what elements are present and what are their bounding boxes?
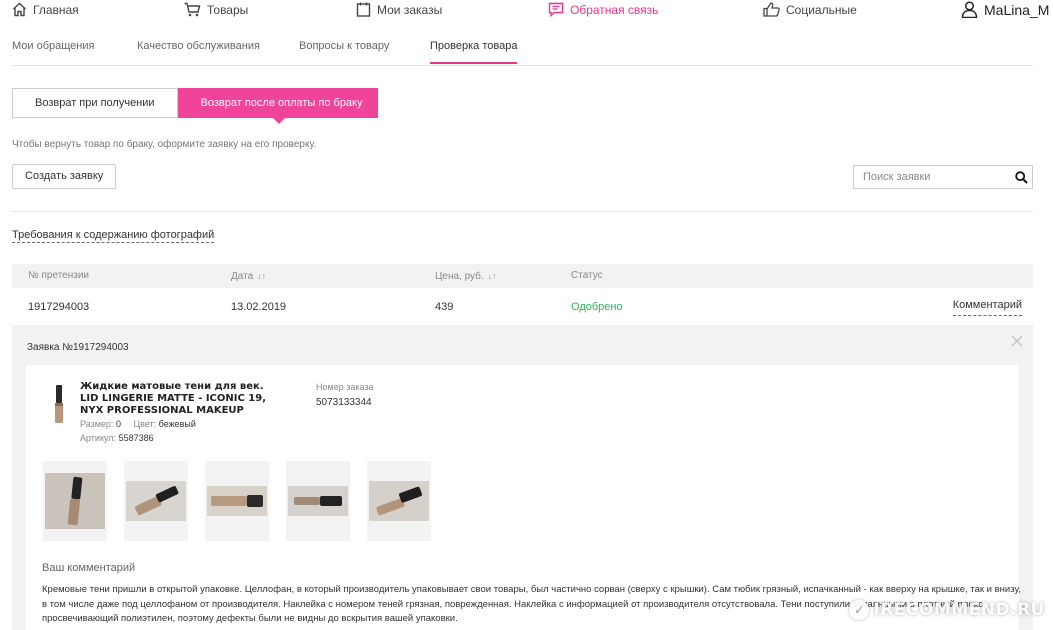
lipgloss-tube-image <box>55 385 63 423</box>
search-button[interactable] <box>1010 170 1032 184</box>
orders-icon <box>356 2 371 17</box>
photo-image <box>126 481 186 521</box>
column-price[interactable]: Цена, руб. ↓↑ <box>435 264 497 289</box>
size-label: Размер: <box>80 419 114 429</box>
user-name: MaLina_M <box>984 1 1050 18</box>
nav-item-feedback[interactable]: Обратная связь <box>548 2 658 17</box>
nav-item-home[interactable]: Главная <box>12 2 79 17</box>
tab-my-requests[interactable]: Мои обращения <box>12 40 94 62</box>
product-size-color: Размер: 0 Цвет: бежевый <box>80 419 196 429</box>
color-value: бежевый <box>158 419 196 429</box>
feedback-icon <box>548 2 564 17</box>
create-request-button[interactable]: Создать заявку <box>12 164 117 189</box>
tab-product-check[interactable]: Проверка товара <box>430 40 518 64</box>
feedback-subtabs: Мои обращения Качество обслуживания Вопр… <box>12 30 1033 66</box>
column-status-label: Статус <box>571 270 603 281</box>
search-box <box>853 165 1033 189</box>
nav-item-social-label: Социальные <box>786 2 857 17</box>
order-number: 5073133344 <box>316 397 372 408</box>
claim-detail-panel: Заявка №1917294003 Жидкие матовые тени д… <box>12 325 1033 630</box>
product-name: Жидкие матовые тени для век. LID LINGERI… <box>80 381 267 416</box>
nav-item-products[interactable]: Товары <box>184 2 248 17</box>
close-icon <box>1011 335 1023 347</box>
claim-detail-card: Жидкие матовые тени для век. LID LINGERI… <box>26 365 1021 630</box>
search-icon <box>1014 170 1028 184</box>
close-button[interactable] <box>1011 335 1023 350</box>
product-article: Артикул: 5587386 <box>80 433 154 443</box>
claim-number: 1917294003 <box>28 301 90 313</box>
column-date[interactable]: Дата ↓↑ <box>231 264 266 289</box>
claim-detail-title: Заявка №1917294003 <box>27 342 129 353</box>
claim-photo[interactable] <box>124 461 188 541</box>
tab-service-quality[interactable]: Качество обслуживания <box>137 40 260 62</box>
return-on-receipt-option[interactable]: Возврат при получении <box>12 88 178 118</box>
photo-requirements-link[interactable]: Требования к содержанию фотографий <box>12 229 215 243</box>
column-status: Статус <box>571 264 603 288</box>
irecommend-watermark: ✓ IRECOMMEND.RU <box>849 600 1045 620</box>
watermark-text: IRECOMMEND.RU <box>873 600 1045 620</box>
photo-image <box>288 486 348 516</box>
return-type-toggle: Возврат при получении Возврат после опла… <box>12 88 378 124</box>
user-icon <box>961 1 978 18</box>
claim-photo[interactable] <box>205 461 269 541</box>
user-menu[interactable]: MaLina_M <box>961 1 1049 18</box>
like-icon <box>763 2 780 17</box>
column-price-label: Цена, руб. <box>435 271 484 282</box>
section-divider <box>12 211 1033 212</box>
nav-item-orders-label: Мои заказы <box>377 2 443 17</box>
top-navigation: Главная Товары Мои заказы Обратная связь… <box>0 0 1053 22</box>
column-claim-number: № претензии <box>28 264 89 288</box>
nav-item-home-label: Главная <box>33 2 79 17</box>
photo-image <box>369 481 429 521</box>
article-value: 5587386 <box>118 433 154 443</box>
claim-status: Одобрено <box>571 301 623 313</box>
nav-item-feedback-label: Обратная связь <box>570 2 659 17</box>
cart-icon <box>184 2 201 17</box>
product-thumbnail <box>46 383 72 425</box>
watermark-badge-icon: ✓ <box>849 600 870 620</box>
return-after-payment-label: Возврат после оплаты по браку <box>200 97 363 109</box>
sort-icon: ↓↑ <box>257 271 267 281</box>
nav-item-orders[interactable]: Мои заказы <box>356 2 442 17</box>
claim-date: 13.02.2019 <box>231 301 287 313</box>
nav-item-social[interactable]: Социальные <box>763 2 857 17</box>
tab-product-questions[interactable]: Вопросы к товару <box>299 40 389 62</box>
sort-icon: ↓↑ <box>487 271 497 281</box>
comment-title: Ваш комментарий <box>42 562 136 574</box>
return-hint-text: Чтобы вернуть товар по браку, оформите з… <box>12 139 317 150</box>
claim-photos <box>43 461 431 541</box>
nav-item-products-label: Товары <box>207 2 249 17</box>
claim-photo[interactable] <box>286 461 350 541</box>
search-input[interactable] <box>854 166 1010 188</box>
order-number-label: Номер заказа <box>316 382 374 392</box>
selected-notch <box>271 117 286 124</box>
comment-link[interactable]: Комментарий <box>952 295 1022 316</box>
size-value: 0 <box>115 419 121 429</box>
table-row[interactable]: 1917294003 13.02.2019 439 Одобрено Комме… <box>12 295 1033 319</box>
color-label: Цвет: <box>133 419 157 429</box>
return-after-payment-option[interactable]: Возврат после оплаты по браку <box>177 88 378 124</box>
home-icon <box>13 2 26 17</box>
photo-image <box>45 473 105 529</box>
column-claim-number-label: № претензии <box>28 270 90 281</box>
article-label: Артикул: <box>80 433 117 443</box>
column-date-label: Дата <box>231 271 254 282</box>
claim-price: 439 <box>435 301 454 313</box>
claims-table-header: № претензии Дата ↓↑ Цена, руб. ↓↑ Статус <box>12 264 1033 288</box>
claim-photo[interactable] <box>43 461 107 541</box>
photo-image <box>207 486 267 516</box>
claim-photo[interactable] <box>367 461 431 541</box>
